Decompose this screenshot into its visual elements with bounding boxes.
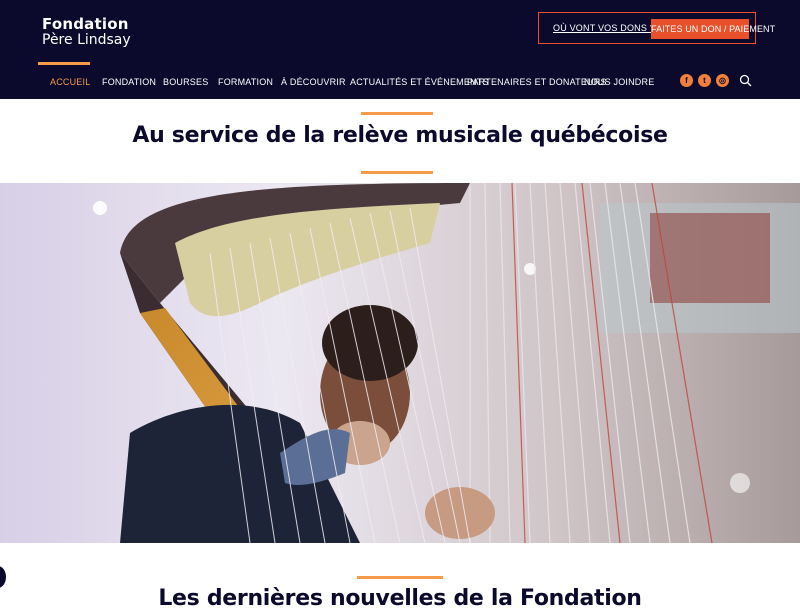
site-header: Fondation Père Lindsay OÙ VONT VOS DONS … [0,0,800,99]
nav-item-bourses[interactable]: BOURSES [163,77,208,87]
nav-item-fondation[interactable]: FONDATION [102,77,156,87]
title-accent-top [361,112,433,115]
site-logo[interactable]: Fondation Père Lindsay [42,16,131,48]
twitter-icon[interactable]: t [698,74,711,87]
nav-item-a-decouvrir[interactable]: À DÉCOUVRIR [281,77,346,87]
donate-box: OÙ VONT VOS DONS ? FAITES UN DON / PAIEM… [538,12,775,44]
donate-button[interactable]: FAITES UN DON / PAIEMENT [651,19,775,39]
nav-item-formation[interactable]: FORMATION [218,77,273,87]
where-donations-go-link[interactable]: OÙ VONT VOS DONS ? [553,23,655,33]
facebook-icon[interactable]: f [680,74,693,87]
hero-image-harpist [0,183,800,543]
news-accent-bar [357,576,443,579]
news-heading: Les dernières nouvelles de la Fondation [158,586,642,611]
logo-line-1: Fondation [42,15,129,33]
chat-widget-button[interactable] [0,566,6,588]
title-accent-bottom [361,171,433,174]
logo-line-2: Père Lindsay [42,32,131,48]
nav-active-indicator [38,62,90,65]
page-title: Au service de la relève musicale québéco… [132,123,668,148]
nav-item-nous-joindre[interactable]: NOUS JOINDRE [584,77,654,87]
instagram-icon[interactable]: ◎ [716,74,729,87]
search-icon[interactable] [739,74,752,87]
nav-item-accueil[interactable]: ACCUEIL [50,77,90,87]
